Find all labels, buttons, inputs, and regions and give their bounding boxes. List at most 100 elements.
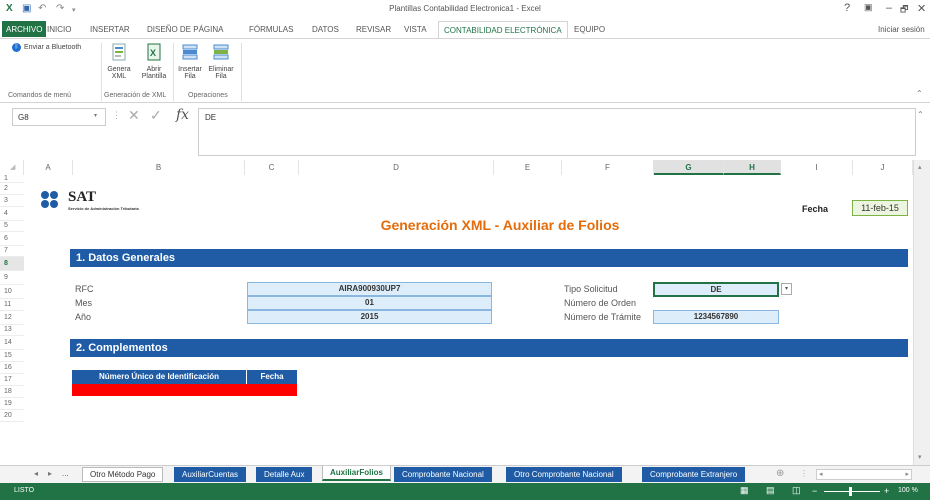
collapse-formula-bar-icon[interactable]: ⌃ [917,110,924,119]
sheet-tab-auxiliar-folios[interactable]: AuxiliarFolios [322,466,391,481]
row-header[interactable]: 5 [0,221,24,232]
row-header[interactable]: 13 [0,325,24,336]
abrir-plantilla-button[interactable]: X Abrir Plantilla [138,43,170,80]
section-complementos: 2. Complementos [70,339,908,357]
col-header-f[interactable]: F [562,160,654,175]
name-box[interactable]: G8 [12,108,106,126]
zoom-in-icon[interactable]: + [884,486,889,496]
row-header[interactable]: 8 [0,257,24,271]
row-header[interactable]: 9 [0,271,24,285]
row-header[interactable]: 12 [0,311,24,325]
tab-splitter-icon[interactable]: ⋮ [800,469,808,478]
fecha-value[interactable]: 11-feb-15 [852,200,908,216]
bluetooth-button[interactable]: ᛒ Enviar a Bluetooth [12,43,81,52]
row-header[interactable]: 11 [0,299,24,311]
previous-sheet-icon[interactable]: ◂ [34,469,38,478]
tipo-solicitud-field[interactable]: DE [653,282,779,297]
row-header[interactable]: 3 [0,195,24,207]
row-header[interactable]: 6 [0,232,24,246]
genera-xml-button[interactable]: Genera XML [104,43,134,80]
col-header-h[interactable]: H [724,160,781,175]
tab-equipo[interactable]: EQUIPO [574,25,605,34]
mes-field[interactable]: 01 [247,296,492,310]
row-header[interactable]: 14 [0,336,24,350]
row-header[interactable]: 2 [0,183,24,195]
row-header[interactable]: 4 [0,207,24,221]
add-sheet-icon[interactable]: ⊕ [776,468,784,479]
tab-datos[interactable]: DATOS [312,25,339,34]
select-all-corner[interactable]: ◢ [0,160,24,175]
col-header-e[interactable]: E [494,160,562,175]
col-header-b[interactable]: B [73,160,245,175]
zoom-level[interactable]: 100 % [898,487,918,494]
col-header-d[interactable]: D [299,160,494,175]
row-header[interactable]: 17 [0,374,24,386]
name-box-dropdown-icon[interactable]: ▾ [94,112,97,119]
row-header[interactable]: 18 [0,386,24,398]
row-header[interactable]: 15 [0,350,24,362]
sheet-tab-otro-metodo-pago[interactable]: Otro Método Pago [82,467,164,482]
col-header-c[interactable]: C [245,160,299,175]
sheet-tab-comprobante-nacional[interactable]: Comprobante Nacional [394,467,492,482]
formula-bar-options-icon[interactable]: ⋮ [112,110,121,121]
insert-row-icon [182,44,198,60]
row-header[interactable]: 1 [0,175,24,183]
sheet-tab-comprobante-extranjero[interactable]: Comprobante Extranjero [642,467,746,482]
numero-tramite-field[interactable]: 1234567890 [653,310,779,324]
ribbon-display-icon[interactable]: ▣ [864,2,873,13]
vertical-scrollbar[interactable]: ▴ ▾ [913,160,930,465]
rfc-field[interactable]: AIRA900930UP7 [247,282,492,296]
column-header-numero-unico: Número Único de Identificación [72,370,246,384]
cancel-icon[interactable]: ✕ [128,107,140,124]
anio-field[interactable]: 2015 [247,310,492,324]
row-header[interactable]: 10 [0,285,24,299]
row-header[interactable]: 19 [0,398,24,410]
tab-formulas[interactable]: FÓRMULAS [249,25,293,34]
tipo-solicitud-dropdown-icon[interactable]: ▾ [781,283,792,295]
tab-insertar[interactable]: INSERTAR [90,25,130,34]
close-button[interactable]: ✕ [917,2,926,15]
bluetooth-label: Enviar a Bluetooth [24,44,82,51]
row-header[interactable]: 7 [0,246,24,257]
tab-archivo[interactable]: ARCHIVO [2,21,47,37]
table-row[interactable] [72,384,297,396]
zoom-slider-thumb[interactable] [849,487,852,496]
sat-logo-text: SAT [68,189,97,205]
col-header-g[interactable]: G [654,160,724,175]
scroll-left-icon: ◂ [819,471,823,478]
zoom-slider[interactable] [824,491,880,492]
tab-contabilidad-electronica[interactable]: CONTABILIDAD ELECTRÓNICA [438,21,568,39]
tab-revisar[interactable]: REVISAR [356,25,391,34]
normal-view-icon[interactable]: ▦ [740,485,749,496]
tab-vista[interactable]: VISTA [404,25,427,34]
eliminar-fila-button[interactable]: Eliminar Fila [206,43,236,80]
zoom-out-icon[interactable]: − [812,486,817,496]
restore-button[interactable]: 🗗 [900,2,908,18]
col-header-a[interactable]: A [24,160,73,175]
col-header-j[interactable]: J [853,160,913,175]
formula-input[interactable]: DE [198,108,916,156]
sign-in-link[interactable]: Iniciar sesión [878,25,925,34]
tab-inicio[interactable]: INICIO [47,25,71,34]
row-header[interactable]: 20 [0,410,24,422]
collapse-ribbon-icon[interactable]: ⌃ [916,89,923,98]
help-icon[interactable]: ? [844,2,850,14]
horizontal-scrollbar[interactable]: ◂ ▸ [816,469,912,480]
tab-diseno-pagina[interactable]: DISEÑO DE PÁGINA [147,25,223,34]
enter-icon[interactable]: ✓ [150,107,162,124]
row-header[interactable]: 16 [0,362,24,374]
minimize-button[interactable]: – [886,2,892,14]
insertar-fila-button[interactable]: Insertar Fila [176,43,204,80]
rfc-label: RFC [75,284,94,294]
page-layout-view-icon[interactable]: ▤ [766,485,775,496]
sheet-tab-detalle-aux[interactable]: Detalle Aux [256,467,313,482]
worksheet-grid[interactable]: ◢ A B C D E F G H I J ▴ ▾ 1 2 3 4 5 6 7 8 9 10 11 1… [0,160,930,465]
more-sheets-button[interactable]: ... [62,469,69,478]
insert-function-icon[interactable]: fx [176,107,189,123]
status-bar: LISTO ▦ ▤ ◫ − + 100 % [0,483,930,500]
page-break-view-icon[interactable]: ◫ [792,485,801,496]
sheet-tab-otro-comprobante-nacional[interactable]: Otro Comprobante Nacional [506,467,622,482]
sheet-tab-auxiliar-cuentas[interactable]: AuxiliarCuentas [174,467,247,482]
col-header-i[interactable]: I [781,160,853,175]
next-sheet-icon[interactable]: ▸ [48,469,52,478]
